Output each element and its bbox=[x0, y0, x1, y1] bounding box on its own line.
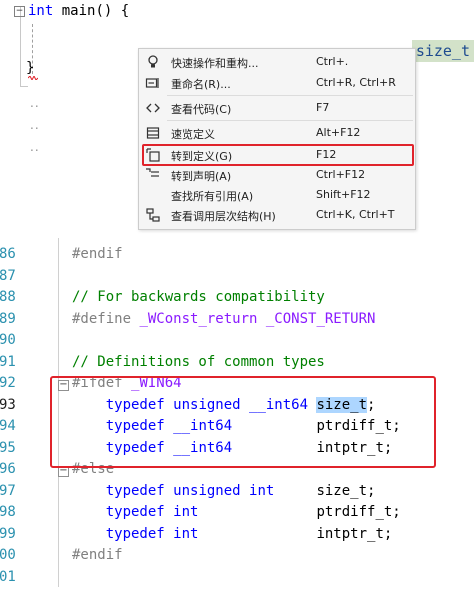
line-number: 95 bbox=[0, 440, 16, 456]
menu-separator bbox=[167, 120, 413, 121]
menu-item-peek-definition[interactable]: 速览定义 Alt+F12 bbox=[139, 123, 415, 143]
code-token: typedef bbox=[72, 483, 173, 499]
line-number: 94 bbox=[0, 418, 16, 434]
collapsed-dots: .. bbox=[30, 140, 40, 154]
goto-definition-highlight-box bbox=[142, 144, 414, 166]
code-line[interactable]: 88 // For backwards compatibility bbox=[0, 289, 474, 311]
main-function-line[interactable]: −int main() { bbox=[14, 0, 129, 22]
lightbulb-icon bbox=[145, 54, 161, 70]
code-token: _WConst_return _CONST_RETURN bbox=[139, 311, 375, 327]
menu-shortcut: Ctrl+F12 bbox=[316, 168, 365, 181]
line-number: 88 bbox=[0, 289, 16, 305]
line-number: 86 bbox=[0, 246, 16, 262]
code-line[interactable]: 89 #define _WConst_return _CONST_RETURN bbox=[0, 311, 474, 333]
code-line[interactable]: 99 typedef int intptr_t; bbox=[0, 526, 474, 548]
code-text[interactable]: #endif bbox=[72, 246, 123, 262]
code-text[interactable]: typedef int ptrdiff_t; bbox=[72, 504, 401, 520]
line-number: 87 bbox=[0, 268, 16, 284]
code-text[interactable]: typedef unsigned int size_t; bbox=[72, 483, 375, 499]
code-token: size_t; bbox=[316, 483, 375, 499]
code-text[interactable]: #define _WConst_return _CONST_RETURN bbox=[72, 311, 375, 327]
line-number: 00 bbox=[0, 547, 16, 563]
collapsed-dots: .. bbox=[30, 96, 40, 110]
line-number: 90 bbox=[0, 332, 16, 348]
error-squiggle-icon bbox=[28, 76, 38, 80]
line-number: 01 bbox=[0, 569, 16, 585]
menu-item-find-all-references[interactable]: 查找所有引用(A) Shift+F12 bbox=[139, 185, 415, 205]
menu-shortcut: F7 bbox=[316, 101, 329, 114]
collapse-toggle-icon[interactable]: − bbox=[14, 6, 25, 17]
code-token: #endif bbox=[72, 246, 123, 262]
line-number: 93 bbox=[0, 397, 16, 413]
goto-declaration-icon bbox=[145, 167, 161, 183]
call-hierarchy-icon bbox=[145, 207, 161, 223]
peek-definition-icon bbox=[145, 125, 161, 141]
size-t-token[interactable]: size_t bbox=[412, 40, 474, 62]
menu-item-quick-actions[interactable]: 快速操作和重构... Ctrl+. bbox=[139, 52, 415, 72]
code-line[interactable]: 90 bbox=[0, 332, 474, 354]
code-token: intptr_t; bbox=[316, 526, 392, 542]
menu-shortcut: Ctrl+. bbox=[316, 55, 348, 68]
menu-label: 快速操作和重构... bbox=[171, 55, 259, 71]
line-number: 92 bbox=[0, 375, 16, 391]
code-token: // For backwards compatibility bbox=[72, 289, 325, 305]
code-token: // Definitions of common types bbox=[72, 354, 325, 370]
line-number: 96 bbox=[0, 461, 16, 477]
menu-label: 查看代码(C) bbox=[171, 101, 231, 117]
code-text[interactable]: typedef int intptr_t; bbox=[72, 526, 392, 542]
code-line[interactable]: 86 #endif bbox=[0, 246, 474, 268]
code-token: unsigned int bbox=[173, 483, 316, 499]
code-token: ptrdiff_t; bbox=[316, 504, 400, 520]
keyword-int: int bbox=[28, 3, 53, 19]
closing-brace: } bbox=[26, 60, 34, 76]
line-number: 89 bbox=[0, 311, 16, 327]
code-text[interactable]: #endif bbox=[72, 547, 123, 563]
menu-item-rename[interactable]: 重命名(R)... Ctrl+R, Ctrl+R bbox=[139, 73, 415, 93]
code-line[interactable]: 98 typedef int ptrdiff_t; bbox=[0, 504, 474, 526]
code-text[interactable]: // For backwards compatibility bbox=[72, 289, 325, 305]
menu-shortcut: Shift+F12 bbox=[316, 188, 371, 201]
code-token: #define bbox=[72, 311, 139, 327]
code-token: typedef bbox=[72, 526, 173, 542]
code-line[interactable]: 91 // Definitions of common types bbox=[0, 354, 474, 376]
menu-label: 重命名(R)... bbox=[171, 76, 231, 92]
code-token: int bbox=[173, 504, 316, 520]
menu-item-view-code[interactable]: 查看代码(C) F7 bbox=[139, 98, 415, 118]
menu-separator bbox=[167, 95, 413, 96]
code-token: #endif bbox=[72, 547, 123, 563]
menu-shortcut: Alt+F12 bbox=[316, 126, 360, 139]
menu-item-call-hierarchy[interactable]: 查看调用层次结构(H) Ctrl+K, Ctrl+T bbox=[139, 205, 415, 225]
menu-item-goto-declaration[interactable]: 转到声明(A) Ctrl+F12 bbox=[139, 165, 415, 185]
main-signature: main() { bbox=[53, 3, 129, 19]
ifdef-win64-highlight-box bbox=[50, 376, 436, 468]
code-line[interactable]: 87 bbox=[0, 268, 474, 290]
menu-label: 转到声明(A) bbox=[171, 168, 231, 184]
menu-shortcut: Ctrl+R, Ctrl+R bbox=[316, 76, 396, 89]
line-number: 91 bbox=[0, 354, 16, 370]
menu-label: 查看调用层次结构(H) bbox=[171, 208, 276, 224]
code-token: typedef bbox=[72, 504, 173, 520]
bottom-editor-panel: 86 #endif 87 88 // For backwards compatibili… bbox=[0, 238, 474, 587]
menu-label: 速览定义 bbox=[171, 126, 215, 142]
menu-shortcut: Ctrl+K, Ctrl+T bbox=[316, 208, 395, 221]
code-line[interactable]: 00 #endif bbox=[0, 547, 474, 569]
code-icon bbox=[145, 100, 161, 116]
rename-icon bbox=[145, 75, 161, 91]
code-text[interactable]: // Definitions of common types bbox=[72, 354, 325, 370]
collapsed-dots: .. bbox=[30, 118, 40, 132]
code-token: int bbox=[173, 526, 316, 542]
line-number: 97 bbox=[0, 483, 16, 499]
line-number: 99 bbox=[0, 526, 16, 542]
context-menu: 快速操作和重构... Ctrl+. 重命名(R)... Ctrl+R, Ctrl… bbox=[138, 48, 416, 230]
code-line[interactable]: 97 typedef unsigned int size_t; bbox=[0, 483, 474, 505]
outline-guide-end bbox=[20, 86, 28, 87]
menu-label: 查找所有引用(A) bbox=[171, 188, 253, 204]
line-number: 98 bbox=[0, 504, 16, 520]
